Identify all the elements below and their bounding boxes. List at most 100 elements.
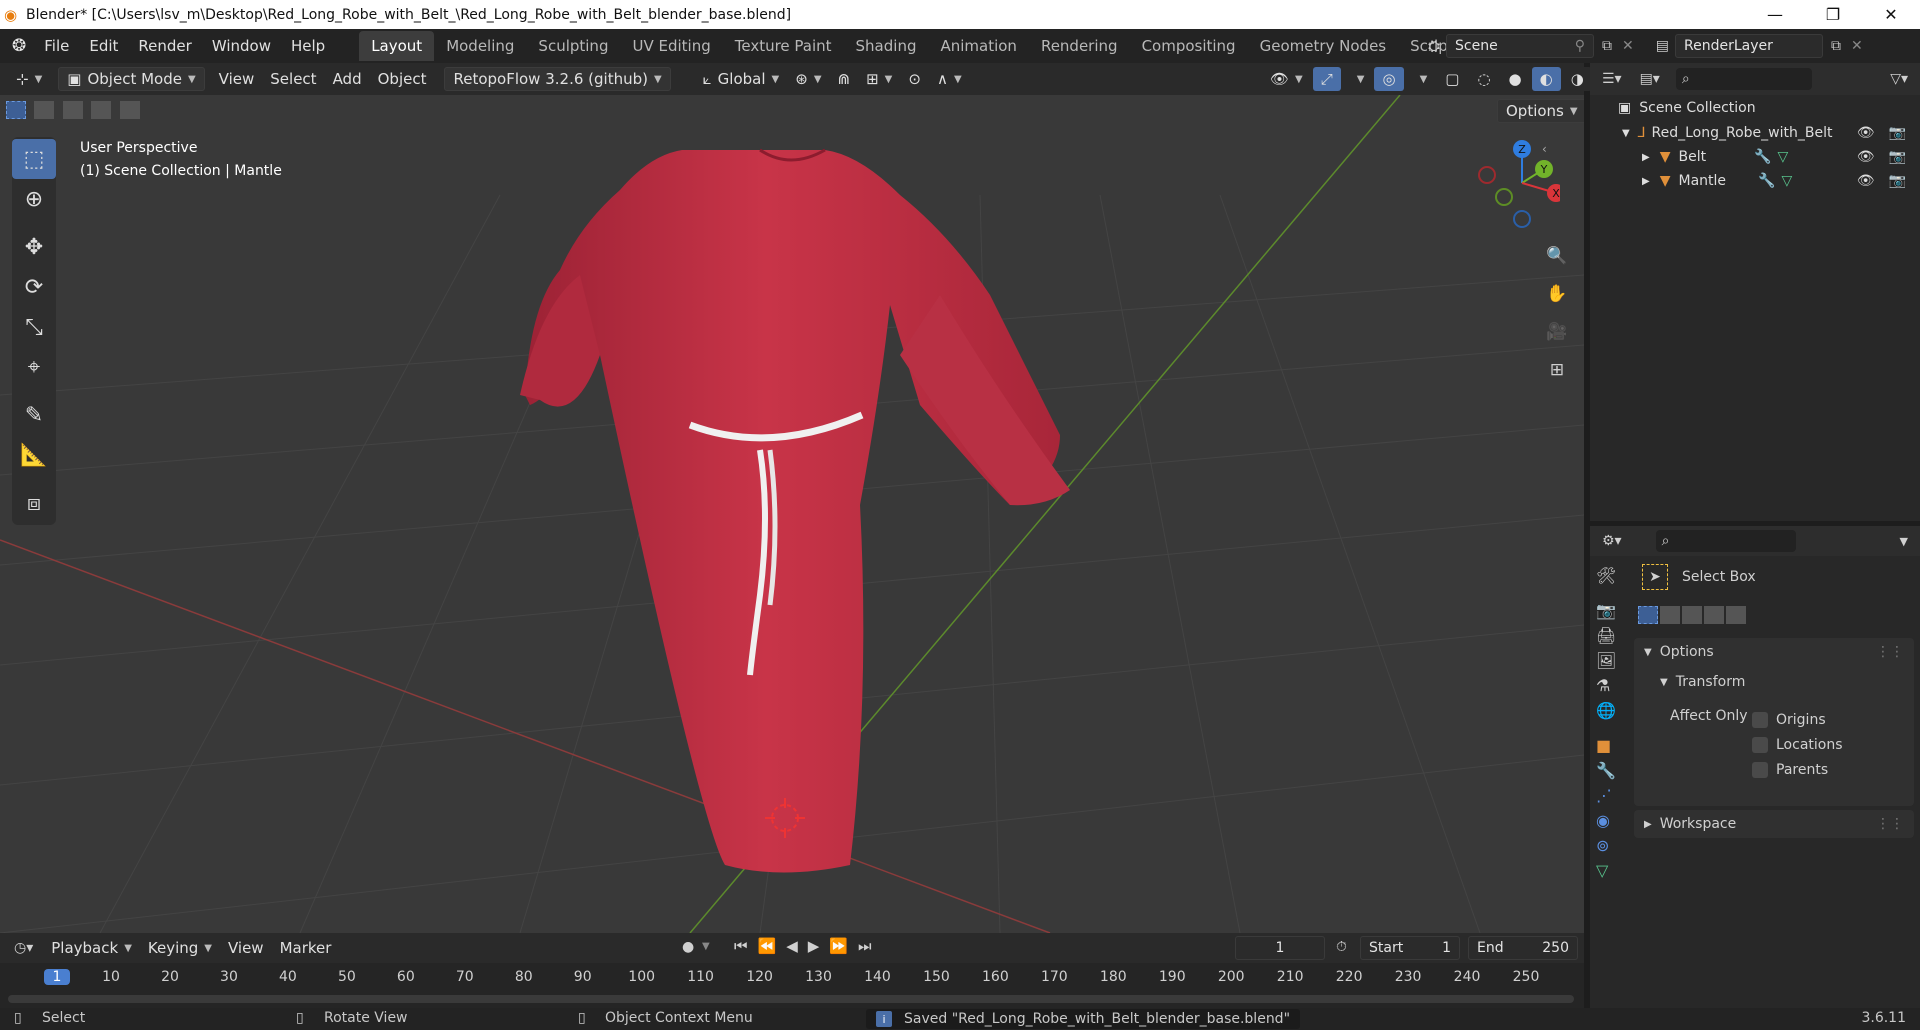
- menu-file[interactable]: File: [34, 37, 79, 55]
- pan-button[interactable]: ✋: [1542, 279, 1572, 309]
- collapse-arrow-icon[interactable]: ▶: [1642, 176, 1650, 187]
- minimize-button[interactable]: —: [1746, 0, 1804, 29]
- timeline-view-menu[interactable]: View: [219, 936, 272, 960]
- locations-checkbox[interactable]: Locations: [1752, 733, 1843, 758]
- start-frame-field[interactable]: Start 1: [1360, 936, 1460, 960]
- scene-selector-icon[interactable]: ⛭: [1428, 37, 1440, 55]
- properties-search-input[interactable]: ⌕: [1655, 530, 1796, 552]
- tab-modeling[interactable]: Modeling: [434, 31, 526, 61]
- measure-tool[interactable]: 📐: [12, 435, 56, 475]
- physics-tab-icon[interactable]: ◉: [1596, 811, 1626, 830]
- snap-target-dropdown[interactable]: ⊞ ▼: [858, 67, 901, 91]
- select-intersect-icon[interactable]: [1726, 606, 1746, 624]
- scale-tool[interactable]: ⤡: [12, 307, 56, 347]
- eye-visibility-icon[interactable]: 👁: [1857, 149, 1875, 165]
- render-camera-icon[interactable]: 📷: [1889, 125, 1906, 141]
- overlays-toggle[interactable]: ◎: [1374, 67, 1404, 91]
- view-layer-tab-icon[interactable]: 🖼: [1596, 651, 1626, 670]
- menu-help[interactable]: Help: [281, 37, 335, 55]
- render-camera-icon[interactable]: 📷: [1889, 173, 1906, 189]
- gizmo-dropdown[interactable]: ▼: [1342, 67, 1373, 91]
- select-new-icon[interactable]: [6, 101, 26, 119]
- tab-rendering[interactable]: Rendering: [1029, 31, 1130, 61]
- new-scene-icon[interactable]: ⧉: [1602, 38, 1612, 54]
- editor-type-dropdown[interactable]: ⊹ ▼: [8, 67, 51, 91]
- chevron-down-icon[interactable]: ▼: [1900, 535, 1908, 548]
- outliner-row-belt[interactable]: ▶ ▼ Belt 🔧 ▽ 👁 📷: [1590, 145, 1920, 169]
- outliner-search-input[interactable]: ⌕: [1675, 68, 1812, 90]
- zoom-button[interactable]: 🔍: [1542, 241, 1572, 271]
- select-menu[interactable]: Select: [262, 67, 325, 91]
- play-icon[interactable]: ▶: [808, 937, 820, 955]
- object-tab-icon[interactable]: ■: [1596, 736, 1626, 755]
- viewport-options-dropdown[interactable]: Options ▼: [1497, 99, 1584, 123]
- falloff-dropdown[interactable]: ∧ ▼: [928, 67, 970, 91]
- xray-toggle[interactable]: ▢: [1437, 67, 1468, 91]
- snap-toggle[interactable]: ⋒: [829, 67, 859, 91]
- tab-shading[interactable]: Shading: [844, 31, 929, 61]
- modifier-tab-icon[interactable]: 🔧: [1596, 761, 1626, 780]
- view-layer-icon[interactable]: ▤: [1656, 38, 1669, 54]
- data-tab-icon[interactable]: ▽: [1596, 861, 1626, 880]
- select-invert-icon[interactable]: [1704, 606, 1724, 624]
- world-tab-icon[interactable]: 🌐: [1596, 701, 1626, 720]
- add-cube-tool[interactable]: ⧈: [12, 483, 56, 523]
- render-camera-icon[interactable]: 📷: [1889, 149, 1906, 165]
- view-layer-field[interactable]: RenderLayer: [1674, 34, 1823, 58]
- new-view-layer-icon[interactable]: ⧉: [1831, 38, 1841, 54]
- outliner-row-scene-collection[interactable]: ▣ Scene Collection: [1590, 96, 1920, 120]
- playback-menu[interactable]: Playback ▼: [43, 936, 140, 960]
- pin-icon[interactable]: ⚲: [1575, 38, 1585, 54]
- transform-header[interactable]: ▼ Transform: [1660, 674, 1745, 690]
- eye-visibility-icon[interactable]: 👁: [1857, 173, 1875, 189]
- transform-tool[interactable]: ⌖: [12, 347, 56, 387]
- rotate-tool[interactable]: ⟳: [12, 267, 56, 307]
- tab-animation[interactable]: Animation: [928, 31, 1028, 61]
- select-extend-icon[interactable]: [34, 101, 55, 119]
- filter-icon[interactable]: ▽▾: [1890, 71, 1908, 87]
- origins-checkbox[interactable]: Origins: [1752, 708, 1843, 733]
- rendered-shading-button[interactable]: ◑: [1562, 67, 1592, 91]
- stopwatch-icon[interactable]: ⏱: [1336, 939, 1347, 955]
- orientation-dropdown[interactable]: ⟀ Global ▼: [694, 67, 788, 91]
- sidebar-toggle-icon[interactable]: ‹: [1542, 142, 1547, 156]
- retopoflow-dropdown[interactable]: RetopoFlow 3.2.6 (github) ▼: [444, 67, 671, 91]
- select-extend-icon[interactable]: [1660, 606, 1680, 624]
- menu-render[interactable]: Render: [128, 37, 201, 55]
- material-shading-button[interactable]: ◐: [1531, 67, 1561, 91]
- pivot-dropdown[interactable]: ⊛ ▼: [787, 67, 830, 91]
- display-mode-icon[interactable]: ▤▾: [1640, 71, 1660, 87]
- mode-dropdown[interactable]: ▣ Object Mode ▼: [58, 67, 205, 91]
- gizmo-toggle[interactable]: ⤢: [1312, 67, 1341, 91]
- select-subtract-icon[interactable]: [62, 101, 83, 119]
- jump-start-icon[interactable]: ⏮: [734, 937, 748, 955]
- render-tab-icon[interactable]: 📷: [1596, 601, 1626, 620]
- menu-edit[interactable]: Edit: [79, 37, 128, 55]
- visibility-dropdown[interactable]: 👁 ▼: [1262, 67, 1311, 91]
- menu-window[interactable]: Window: [202, 37, 281, 55]
- select-subtract-icon[interactable]: [1682, 606, 1702, 624]
- jump-end-icon[interactable]: ⏭: [858, 937, 872, 955]
- collapse-arrow-icon[interactable]: ▶: [1642, 152, 1650, 163]
- add-menu[interactable]: Add: [324, 67, 370, 91]
- options-header[interactable]: ▼ Options: [1644, 644, 1714, 660]
- parents-checkbox[interactable]: Parents: [1752, 758, 1843, 783]
- close-window-button[interactable]: ✕: [1862, 0, 1920, 29]
- restore-button[interactable]: ❐: [1804, 0, 1862, 29]
- cursor-tool[interactable]: ⊕: [12, 179, 56, 219]
- drag-handle-icon[interactable]: ⋮⋮: [1876, 644, 1904, 660]
- expand-arrow-icon[interactable]: ▼: [1622, 128, 1630, 139]
- timeline-scrollbar[interactable]: [8, 995, 1574, 1003]
- blender-menu-icon[interactable]: ❂: [12, 36, 26, 56]
- workspace-header[interactable]: ▶ Workspace ⋮⋮: [1634, 810, 1914, 838]
- marker-menu[interactable]: Marker: [271, 936, 340, 960]
- tool-tab-icon[interactable]: 🛠: [1596, 566, 1626, 585]
- overlays-dropdown[interactable]: ▼: [1405, 67, 1436, 91]
- tab-uv-editing[interactable]: UV Editing: [620, 31, 722, 61]
- constraints-tab-icon[interactable]: ⊚: [1596, 836, 1626, 855]
- particles-tab-icon[interactable]: ⋰: [1596, 786, 1626, 805]
- view-menu[interactable]: View: [210, 67, 263, 91]
- camera-view-button[interactable]: 🎥: [1542, 317, 1572, 347]
- record-button[interactable]: ●: [682, 939, 694, 955]
- ortho-toggle-button[interactable]: ⊞: [1542, 355, 1572, 385]
